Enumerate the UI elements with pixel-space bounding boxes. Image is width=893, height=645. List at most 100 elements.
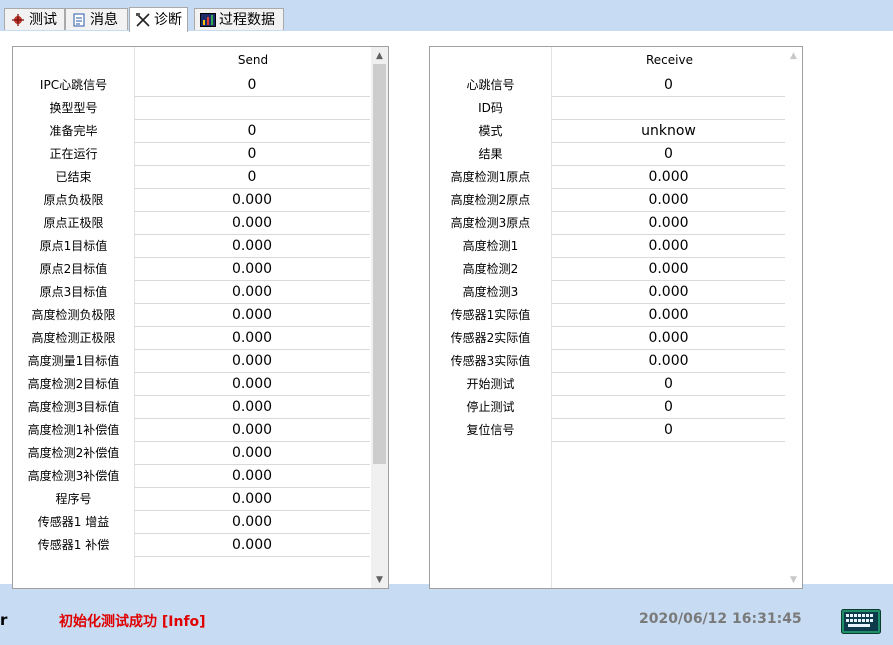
row-value[interactable]: 0.000: [551, 189, 786, 212]
table-row[interactable]: 传感器1 增益 0.000: [13, 511, 370, 534]
table-row[interactable]: 高度检测3目标值 0.000: [13, 396, 370, 419]
table-row[interactable]: IPC心跳信号 0: [13, 74, 370, 97]
row-value[interactable]: 0.000: [134, 465, 370, 488]
table-row[interactable]: 原点1目标值 0.000: [13, 235, 370, 258]
tab-diagnosis[interactable]: 诊断: [129, 7, 188, 32]
row-label: 原点负极限: [43, 193, 104, 207]
row-value[interactable]: 0.000: [134, 258, 370, 281]
row-value[interactable]: 0.000: [134, 396, 370, 419]
table-row[interactable]: 心跳信号 0: [430, 74, 786, 97]
row-value[interactable]: 0: [551, 396, 786, 419]
row-value[interactable]: 0: [134, 166, 370, 189]
row-value[interactable]: unknow: [551, 120, 786, 143]
table-row[interactable]: 准备完毕 0: [13, 120, 370, 143]
table-row[interactable]: 原点正极限 0.000: [13, 212, 370, 235]
row-value[interactable]: 0.000: [134, 350, 370, 373]
table-row[interactable]: 复位信号 0: [430, 419, 786, 442]
row-value[interactable]: 0.000: [551, 304, 786, 327]
receive-grid[interactable]: Receive 心跳信号 0 ID码 模式 unknow 结果 0 高度检测1原点 0.000 高…: [429, 46, 803, 589]
table-row[interactable]: 传感器1实际值 0.000: [430, 304, 786, 327]
receive-scrollbar[interactable]: ▲ ▼: [785, 47, 802, 588]
table-row[interactable]: 停止测试 0: [430, 396, 786, 419]
row-value[interactable]: 0.000: [551, 327, 786, 350]
table-row[interactable]: 正在运行 0: [13, 143, 370, 166]
scrollbar-thumb[interactable]: [373, 64, 386, 464]
send-grid[interactable]: Send IPC心跳信号 0 换型型号 准备完毕 0 正在运行 0 已结束 0 原点负极限 0.00…: [12, 46, 389, 589]
table-row[interactable]: 高度检测正极限 0.000: [13, 327, 370, 350]
row-value[interactable]: 0: [134, 74, 370, 97]
table-row[interactable]: 高度检测3原点 0.000: [430, 212, 786, 235]
tab-label: 诊断: [154, 12, 182, 28]
table-row[interactable]: 高度测量1目标值 0.000: [13, 350, 370, 373]
row-value[interactable]: 0.000: [134, 534, 370, 557]
row-label: ID码: [478, 101, 503, 115]
table-row[interactable]: 高度检测2目标值 0.000: [13, 373, 370, 396]
row-value[interactable]: 0.000: [134, 212, 370, 235]
row-value[interactable]: 0.000: [134, 304, 370, 327]
tab-test[interactable]: 测试: [4, 8, 65, 30]
test-icon: [10, 12, 26, 28]
row-value[interactable]: 0.000: [134, 442, 370, 465]
table-row[interactable]: ID码: [430, 97, 786, 120]
row-label: 传感器1实际值: [450, 308, 531, 322]
table-row[interactable]: 传感器3实际值 0.000: [430, 350, 786, 373]
row-value[interactable]: 0.000: [551, 212, 786, 235]
row-value[interactable]: 0: [134, 143, 370, 166]
keyboard-icon[interactable]: [841, 609, 881, 634]
table-row[interactable]: 高度检测2补偿值 0.000: [13, 442, 370, 465]
table-row[interactable]: 程序号 0.000: [13, 488, 370, 511]
row-value[interactable]: 0.000: [134, 419, 370, 442]
tab-message[interactable]: 消息: [65, 8, 128, 30]
row-label: 高度检测正极限: [31, 331, 116, 345]
table-row[interactable]: 高度检测1补偿值 0.000: [13, 419, 370, 442]
table-row[interactable]: 高度检测负极限 0.000: [13, 304, 370, 327]
table-row[interactable]: 模式 unknow: [430, 120, 786, 143]
row-value[interactable]: 0.000: [551, 281, 786, 304]
diagnosis-panel: Send IPC心跳信号 0 换型型号 准备完毕 0 正在运行 0 已结束 0 原点负极限 0.00…: [0, 31, 893, 589]
table-row[interactable]: 传感器2实际值 0.000: [430, 327, 786, 350]
table-row[interactable]: 结果 0: [430, 143, 786, 166]
row-value[interactable]: 0.000: [134, 235, 370, 258]
table-row[interactable]: 原点2目标值 0.000: [13, 258, 370, 281]
row-value[interactable]: [551, 97, 786, 120]
table-row[interactable]: 换型型号: [13, 97, 370, 120]
row-value[interactable]: 0.000: [134, 488, 370, 511]
table-row[interactable]: 高度检测1 0.000: [430, 235, 786, 258]
row-value[interactable]: [134, 97, 370, 120]
table-row[interactable]: 已结束 0: [13, 166, 370, 189]
scroll-down-arrow-icon[interactable]: ▼: [371, 571, 388, 588]
row-label: 高度检测3目标值: [27, 400, 120, 414]
row-value[interactable]: 0.000: [134, 327, 370, 350]
send-scrollbar[interactable]: ▲ ▼: [371, 47, 388, 588]
table-row[interactable]: 高度检测2原点 0.000: [430, 189, 786, 212]
row-label: 高度检测3: [462, 285, 519, 299]
row-value[interactable]: 0: [551, 74, 786, 97]
row-value[interactable]: 0: [551, 143, 786, 166]
table-row[interactable]: 高度检测3补偿值 0.000: [13, 465, 370, 488]
row-value[interactable]: 0.000: [551, 235, 786, 258]
row-value[interactable]: 0.000: [134, 373, 370, 396]
row-value[interactable]: 0.000: [551, 350, 786, 373]
tab-process-data[interactable]: 过程数据: [194, 8, 284, 30]
row-value[interactable]: 0.000: [134, 511, 370, 534]
receive-column-header: Receive: [646, 53, 693, 67]
tab-label: 测试: [29, 11, 57, 28]
row-value[interactable]: 0.000: [134, 281, 370, 304]
table-row[interactable]: 原点3目标值 0.000: [13, 281, 370, 304]
row-value[interactable]: 0: [551, 419, 786, 442]
diagnosis-tools-icon: [135, 12, 151, 28]
row-value[interactable]: 0: [551, 373, 786, 396]
table-row[interactable]: 高度检测2 0.000: [430, 258, 786, 281]
table-row[interactable]: 传感器1 补偿 0.000: [13, 534, 370, 557]
row-label: 模式: [478, 124, 503, 138]
table-row[interactable]: 原点负极限 0.000: [13, 189, 370, 212]
scroll-up-arrow-icon[interactable]: ▲: [371, 47, 388, 64]
row-value[interactable]: 0.000: [551, 166, 786, 189]
table-row[interactable]: 高度检测1原点 0.000: [430, 166, 786, 189]
table-row[interactable]: 开始测试 0: [430, 373, 786, 396]
table-row[interactable]: 高度检测3 0.000: [430, 281, 786, 304]
row-value[interactable]: 0: [134, 120, 370, 143]
row-label: 传感器3实际值: [450, 354, 531, 368]
row-value[interactable]: 0.000: [134, 189, 370, 212]
row-value[interactable]: 0.000: [551, 258, 786, 281]
